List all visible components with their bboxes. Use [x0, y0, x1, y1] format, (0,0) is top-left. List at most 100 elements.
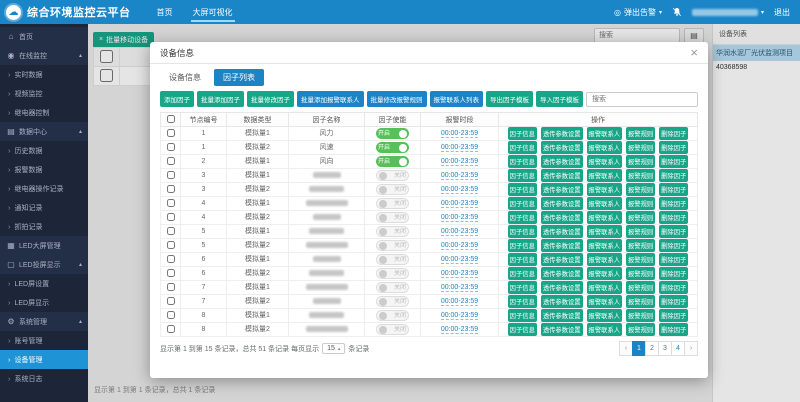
alarm-period-link[interactable]: 00:00-23:59: [441, 312, 478, 320]
row-action-button[interactable]: 删除因子: [659, 295, 688, 308]
enable-toggle[interactable]: 关闭: [376, 254, 409, 265]
toolbar-button[interactable]: 添加因子: [160, 91, 194, 107]
sidebar-item[interactable]: › 继电器控制: [0, 103, 88, 122]
enable-toggle[interactable]: 关闭: [376, 282, 409, 293]
row-action-button[interactable]: 删除因子: [659, 267, 688, 280]
alarm-period-link[interactable]: 00:00-23:59: [441, 144, 478, 152]
logout-button[interactable]: 退出: [774, 7, 790, 18]
alarm-period-link[interactable]: 00:00-23:59: [441, 242, 478, 250]
user-dropdown[interactable]: ▾: [692, 9, 764, 16]
select-all-factors-checkbox[interactable]: [167, 115, 175, 123]
row-action-button[interactable]: 因子信息: [508, 267, 537, 280]
alarm-period-link[interactable]: 00:00-23:59: [441, 186, 478, 194]
alarm-period-link[interactable]: 00:00-23:59: [441, 228, 478, 236]
alarm-period-link[interactable]: 00:00-23:59: [441, 130, 478, 138]
row-checkbox[interactable]: [167, 157, 175, 165]
row-checkbox[interactable]: [167, 171, 175, 179]
row-action-button[interactable]: 删除因子: [659, 155, 688, 168]
row-action-button[interactable]: 删除因子: [659, 239, 688, 252]
row-checkbox[interactable]: [167, 185, 175, 193]
row-action-button[interactable]: 透传参数设置: [541, 183, 583, 196]
row-action-button[interactable]: 报警规则: [626, 169, 655, 182]
alarm-period-link[interactable]: 00:00-23:59: [441, 326, 478, 334]
pagination-page[interactable]: 1: [632, 341, 646, 356]
row-action-button[interactable]: 报警联系人: [587, 183, 622, 196]
row-action-button[interactable]: 报警规则: [626, 225, 655, 238]
sidebar-group[interactable]: ▢ LED投屏显示 ▴: [0, 255, 88, 274]
row-action-button[interactable]: 报警规则: [626, 267, 655, 280]
enable-toggle[interactable]: 关闭: [376, 310, 409, 321]
toolbar-button[interactable]: 报警联系人列表: [430, 91, 484, 107]
row-action-button[interactable]: 报警联系人: [587, 127, 622, 140]
row-action-button[interactable]: 因子信息: [508, 197, 537, 210]
row-action-button[interactable]: 透传参数设置: [541, 127, 583, 140]
row-checkbox[interactable]: [167, 129, 175, 137]
row-action-button[interactable]: 因子信息: [508, 141, 537, 154]
enable-toggle[interactable]: 关闭: [376, 296, 409, 307]
sidebar-item[interactable]: › 系统日志: [0, 369, 88, 388]
row-action-button[interactable]: 报警规则: [626, 211, 655, 224]
modal-tab[interactable]: 设备信息: [160, 69, 210, 86]
row-checkbox[interactable]: [167, 269, 175, 277]
row-checkbox[interactable]: [167, 297, 175, 305]
alarm-period-link[interactable]: 00:00-23:59: [441, 298, 478, 306]
row-action-button[interactable]: 因子信息: [508, 253, 537, 266]
enable-toggle[interactable]: 关闭: [376, 268, 409, 279]
alarm-period-link[interactable]: 00:00-23:59: [441, 214, 478, 222]
pagination-next[interactable]: ›: [684, 341, 698, 356]
row-action-button[interactable]: 报警联系人: [587, 323, 622, 336]
row-action-button[interactable]: 透传参数设置: [541, 197, 583, 210]
toolbar-button[interactable]: 批量添加报警联系人: [297, 91, 364, 107]
modal-tab[interactable]: 因子列表: [214, 69, 264, 86]
row-action-button[interactable]: 因子信息: [508, 183, 537, 196]
sidebar-group[interactable]: ⚙ 系统管理 ▴: [0, 312, 88, 331]
row-action-button[interactable]: 删除因子: [659, 281, 688, 294]
sidebar-item[interactable]: › 历史数据: [0, 141, 88, 160]
sidebar-item[interactable]: › 视频监控: [0, 84, 88, 103]
row-action-button[interactable]: 报警规则: [626, 141, 655, 154]
sidebar-group[interactable]: ⌂ 首页 ▴: [0, 27, 88, 46]
enable-toggle[interactable]: 开启: [376, 128, 409, 139]
pagination-page[interactable]: 3: [658, 341, 672, 356]
enable-toggle[interactable]: 关闭: [376, 212, 409, 223]
alarm-period-link[interactable]: 00:00-23:59: [441, 172, 478, 180]
row-action-button[interactable]: 透传参数设置: [541, 141, 583, 154]
row-action-button[interactable]: 因子信息: [508, 239, 537, 252]
row-action-button[interactable]: 删除因子: [659, 197, 688, 210]
row-action-button[interactable]: 透传参数设置: [541, 211, 583, 224]
row-action-button[interactable]: 报警联系人: [587, 239, 622, 252]
sidebar-item[interactable]: › 抓拍记录: [0, 217, 88, 236]
row-checkbox[interactable]: [167, 283, 175, 291]
row-action-button[interactable]: 报警规则: [626, 309, 655, 322]
nav-item[interactable]: 首页: [147, 0, 183, 24]
row-action-button[interactable]: 删除因子: [659, 141, 688, 154]
row-action-button[interactable]: 删除因子: [659, 211, 688, 224]
row-action-button[interactable]: 透传参数设置: [541, 323, 583, 336]
alarm-period-link[interactable]: 00:00-23:59: [441, 200, 478, 208]
sidebar-item[interactable]: › 报警数据: [0, 160, 88, 179]
row-action-button[interactable]: 删除因子: [659, 309, 688, 322]
row-action-button[interactable]: 透传参数设置: [541, 281, 583, 294]
row-checkbox[interactable]: [167, 241, 175, 249]
row-action-button[interactable]: 透传参数设置: [541, 239, 583, 252]
row-action-button[interactable]: 报警联系人: [587, 141, 622, 154]
row-action-button[interactable]: 透传参数设置: [541, 309, 583, 322]
close-icon[interactable]: ×: [690, 46, 698, 59]
row-action-button[interactable]: 报警联系人: [587, 295, 622, 308]
row-action-button[interactable]: 报警规则: [626, 239, 655, 252]
row-action-button[interactable]: 删除因子: [659, 225, 688, 238]
row-action-button[interactable]: 报警联系人: [587, 309, 622, 322]
row-action-button[interactable]: 报警联系人: [587, 253, 622, 266]
row-action-button[interactable]: 因子信息: [508, 281, 537, 294]
pagination-page[interactable]: 2: [645, 341, 659, 356]
row-action-button[interactable]: 透传参数设置: [541, 267, 583, 280]
sidebar-item[interactable]: › 账号管理: [0, 331, 88, 350]
sidebar-group[interactable]: ◉ 在线监控 ▴: [0, 46, 88, 65]
mute-bell-icon[interactable]: [672, 7, 682, 17]
sidebar-group[interactable]: ▦ LED大屏管理 ▴: [0, 236, 88, 255]
toolbar-button[interactable]: 批量添加因子: [197, 91, 244, 107]
row-action-button[interactable]: 报警规则: [626, 155, 655, 168]
enable-toggle[interactable]: 关闭: [376, 324, 409, 335]
row-action-button[interactable]: 因子信息: [508, 155, 537, 168]
toolbar-button[interactable]: 导出因子模板: [486, 91, 533, 107]
